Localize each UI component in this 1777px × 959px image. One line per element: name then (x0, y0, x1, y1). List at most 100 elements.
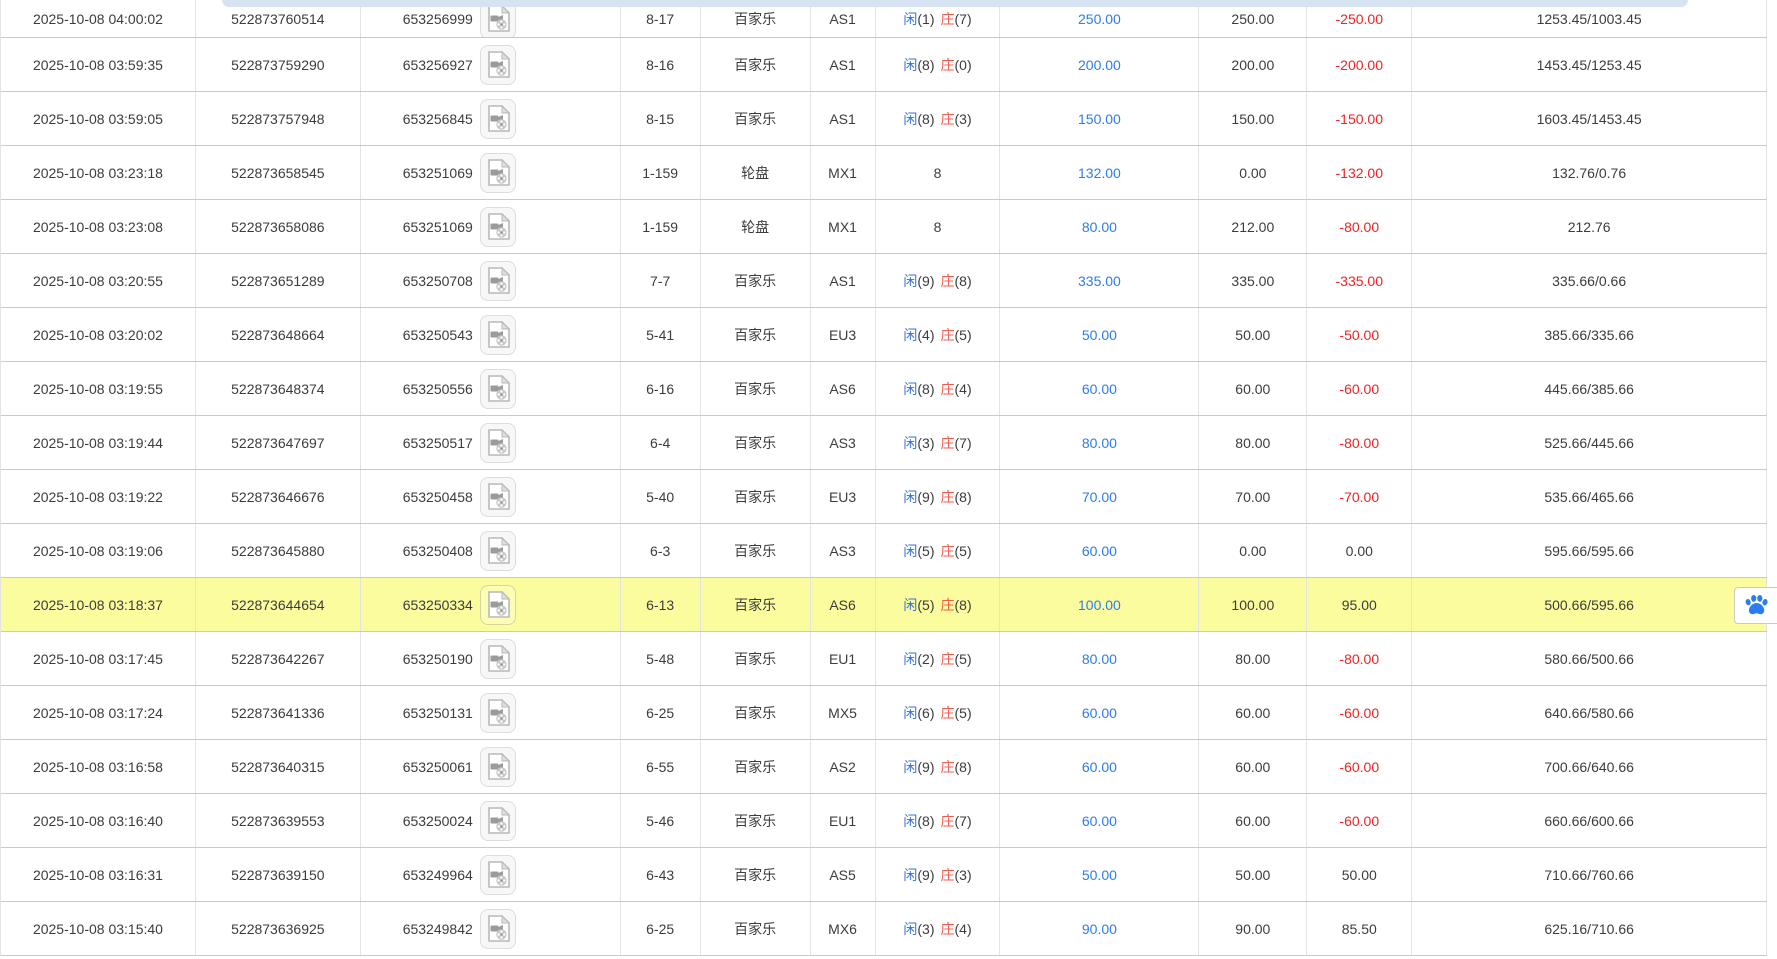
player-score: (8) (917, 813, 934, 829)
table-row-selected[interactable]: 2025-10-08 03:18:37522873644654653250334… (1, 578, 1767, 632)
video-replay-button[interactable] (480, 801, 516, 841)
video-replay-button[interactable] (480, 693, 516, 733)
cell-balance: 445.66/385.66 (1412, 362, 1767, 415)
player-label: 闲 (903, 865, 917, 885)
banker-label: 庄 (941, 919, 955, 939)
player-score: (9) (917, 489, 934, 505)
banker-score: (5) (955, 327, 972, 343)
cell-round-id: 653256927 (361, 38, 621, 91)
table-row[interactable]: 2025-10-08 03:15:40522873636925653249842… (1, 902, 1767, 956)
cell-server-code: MX5 (811, 686, 876, 739)
video-replay-icon (486, 591, 510, 618)
cell-bet-time: 2025-10-08 03:16:31 (1, 848, 196, 901)
table-row[interactable]: 2025-10-08 03:17:45522873642267653250190… (1, 632, 1767, 686)
table-row[interactable]: 2025-10-08 03:19:55522873648374653250556… (1, 362, 1767, 416)
cell-valid-amount: 80.00 (1199, 416, 1307, 469)
cell-bet-amount: 60.00 (1000, 524, 1199, 577)
cell-game-type: 百家乐 (701, 38, 811, 91)
cell-win-loss: -80.00 (1307, 416, 1412, 469)
cell-server-code: AS5 (811, 848, 876, 901)
table-row[interactable]: 2025-10-08 03:19:22522873646676653250458… (1, 470, 1767, 524)
video-replay-button[interactable] (480, 45, 516, 85)
banker-score: (3) (955, 867, 972, 883)
banker-label: 庄 (941, 109, 955, 129)
cell-bet-time: 2025-10-08 03:59:35 (1, 38, 196, 91)
round-id-value: 653250190 (403, 651, 473, 667)
cell-win-loss: -80.00 (1307, 200, 1412, 253)
player-label: 闲 (903, 811, 917, 831)
banker-score: (5) (955, 705, 972, 721)
round-id-value: 653250556 (403, 381, 473, 397)
row-action-button[interactable]: 中 (1734, 587, 1777, 624)
table-row[interactable]: 2025-10-08 03:16:40522873639553653250024… (1, 794, 1767, 848)
round-id-value: 653250708 (403, 273, 473, 289)
video-replay-button[interactable] (480, 909, 516, 949)
cell-game-type: 百家乐 (701, 92, 811, 145)
video-replay-button[interactable] (480, 531, 516, 571)
table-row[interactable]: 2025-10-08 03:19:06522873645880653250408… (1, 524, 1767, 578)
cell-bet-id: 522873648374 (196, 362, 361, 415)
cell-balance: 212.76 (1412, 200, 1767, 253)
player-label: 闲 (903, 595, 917, 615)
table-row[interactable]: 2025-10-08 03:20:55522873651289653250708… (1, 254, 1767, 308)
video-replay-button[interactable] (480, 855, 516, 895)
cell-bet-time: 2025-10-08 03:59:05 (1, 92, 196, 145)
cell-table-number: 6-3 (621, 524, 701, 577)
video-replay-button[interactable] (480, 315, 516, 355)
video-replay-button[interactable] (480, 477, 516, 517)
video-replay-button[interactable] (480, 639, 516, 679)
cell-win-loss: -60.00 (1307, 740, 1412, 793)
table-row[interactable]: 2025-10-08 03:20:02522873648664653250543… (1, 308, 1767, 362)
cell-server-code: MX6 (811, 902, 876, 955)
video-replay-button[interactable] (480, 207, 516, 247)
banker-score: (4) (955, 381, 972, 397)
cell-table-number: 6-43 (621, 848, 701, 901)
banker-score: (8) (955, 273, 972, 289)
cell-bet-amount: 70.00 (1000, 470, 1199, 523)
table-row[interactable]: 2025-10-08 03:23:08522873658086653251069… (1, 200, 1767, 254)
cell-bet-id: 522873639553 (196, 794, 361, 847)
video-replay-button[interactable] (480, 99, 516, 139)
banker-label: 庄 (941, 757, 955, 777)
cell-balance: 595.66/595.66 (1412, 524, 1767, 577)
player-label: 闲 (903, 379, 917, 399)
banker-label: 庄 (941, 55, 955, 75)
cell-bet-id: 522873651289 (196, 254, 361, 307)
cell-balance: 132.76/0.76 (1412, 146, 1767, 199)
video-replay-button[interactable] (480, 153, 516, 193)
video-replay-button[interactable] (480, 423, 516, 463)
cell-game-type: 百家乐 (701, 578, 811, 631)
cell-game-result: 闲(8)庄(4) (876, 362, 1001, 415)
video-replay-icon (486, 915, 510, 942)
cell-game-result: 闲(2)庄(5) (876, 632, 1001, 685)
cell-bet-id: 522873640315 (196, 740, 361, 793)
cell-win-loss: 0.00 (1307, 524, 1412, 577)
table-row[interactable]: 2025-10-08 03:16:58522873640315653250061… (1, 740, 1767, 794)
cell-table-number: 6-55 (621, 740, 701, 793)
cell-game-type: 百家乐 (701, 416, 811, 469)
table-row[interactable]: 2025-10-08 03:17:24522873641336653250131… (1, 686, 1767, 740)
cell-server-code: AS2 (811, 740, 876, 793)
cell-game-result: 8 (876, 200, 1001, 253)
cell-server-code: MX1 (811, 146, 876, 199)
table-row[interactable]: 2025-10-08 03:59:05522873757948653256845… (1, 92, 1767, 146)
video-replay-button[interactable] (480, 369, 516, 409)
video-replay-button[interactable] (480, 585, 516, 625)
cell-bet-id: 522873757948 (196, 92, 361, 145)
video-replay-button[interactable] (480, 261, 516, 301)
cell-game-result: 闲(5)庄(5) (876, 524, 1001, 577)
table-row[interactable]: 2025-10-08 03:19:44522873647697653250517… (1, 416, 1767, 470)
table-row[interactable]: 2025-10-08 03:59:35522873759290653256927… (1, 38, 1767, 92)
cell-valid-amount: 150.00 (1199, 92, 1307, 145)
table-row[interactable]: 2025-10-08 03:23:18522873658545653251069… (1, 146, 1767, 200)
cell-round-id: 653250458 (361, 470, 621, 523)
player-score: (3) (917, 435, 934, 451)
cell-bet-amount: 132.00 (1000, 146, 1199, 199)
table-row[interactable]: 2025-10-08 03:16:31522873639150653249964… (1, 848, 1767, 902)
horizontal-scrollbar-thumb[interactable] (222, 0, 1688, 7)
cell-game-type: 百家乐 (701, 740, 811, 793)
cell-bet-id: 522873636925 (196, 902, 361, 955)
cell-table-number: 6-13 (621, 578, 701, 631)
video-replay-button[interactable] (480, 747, 516, 787)
cell-game-type: 百家乐 (701, 362, 811, 415)
